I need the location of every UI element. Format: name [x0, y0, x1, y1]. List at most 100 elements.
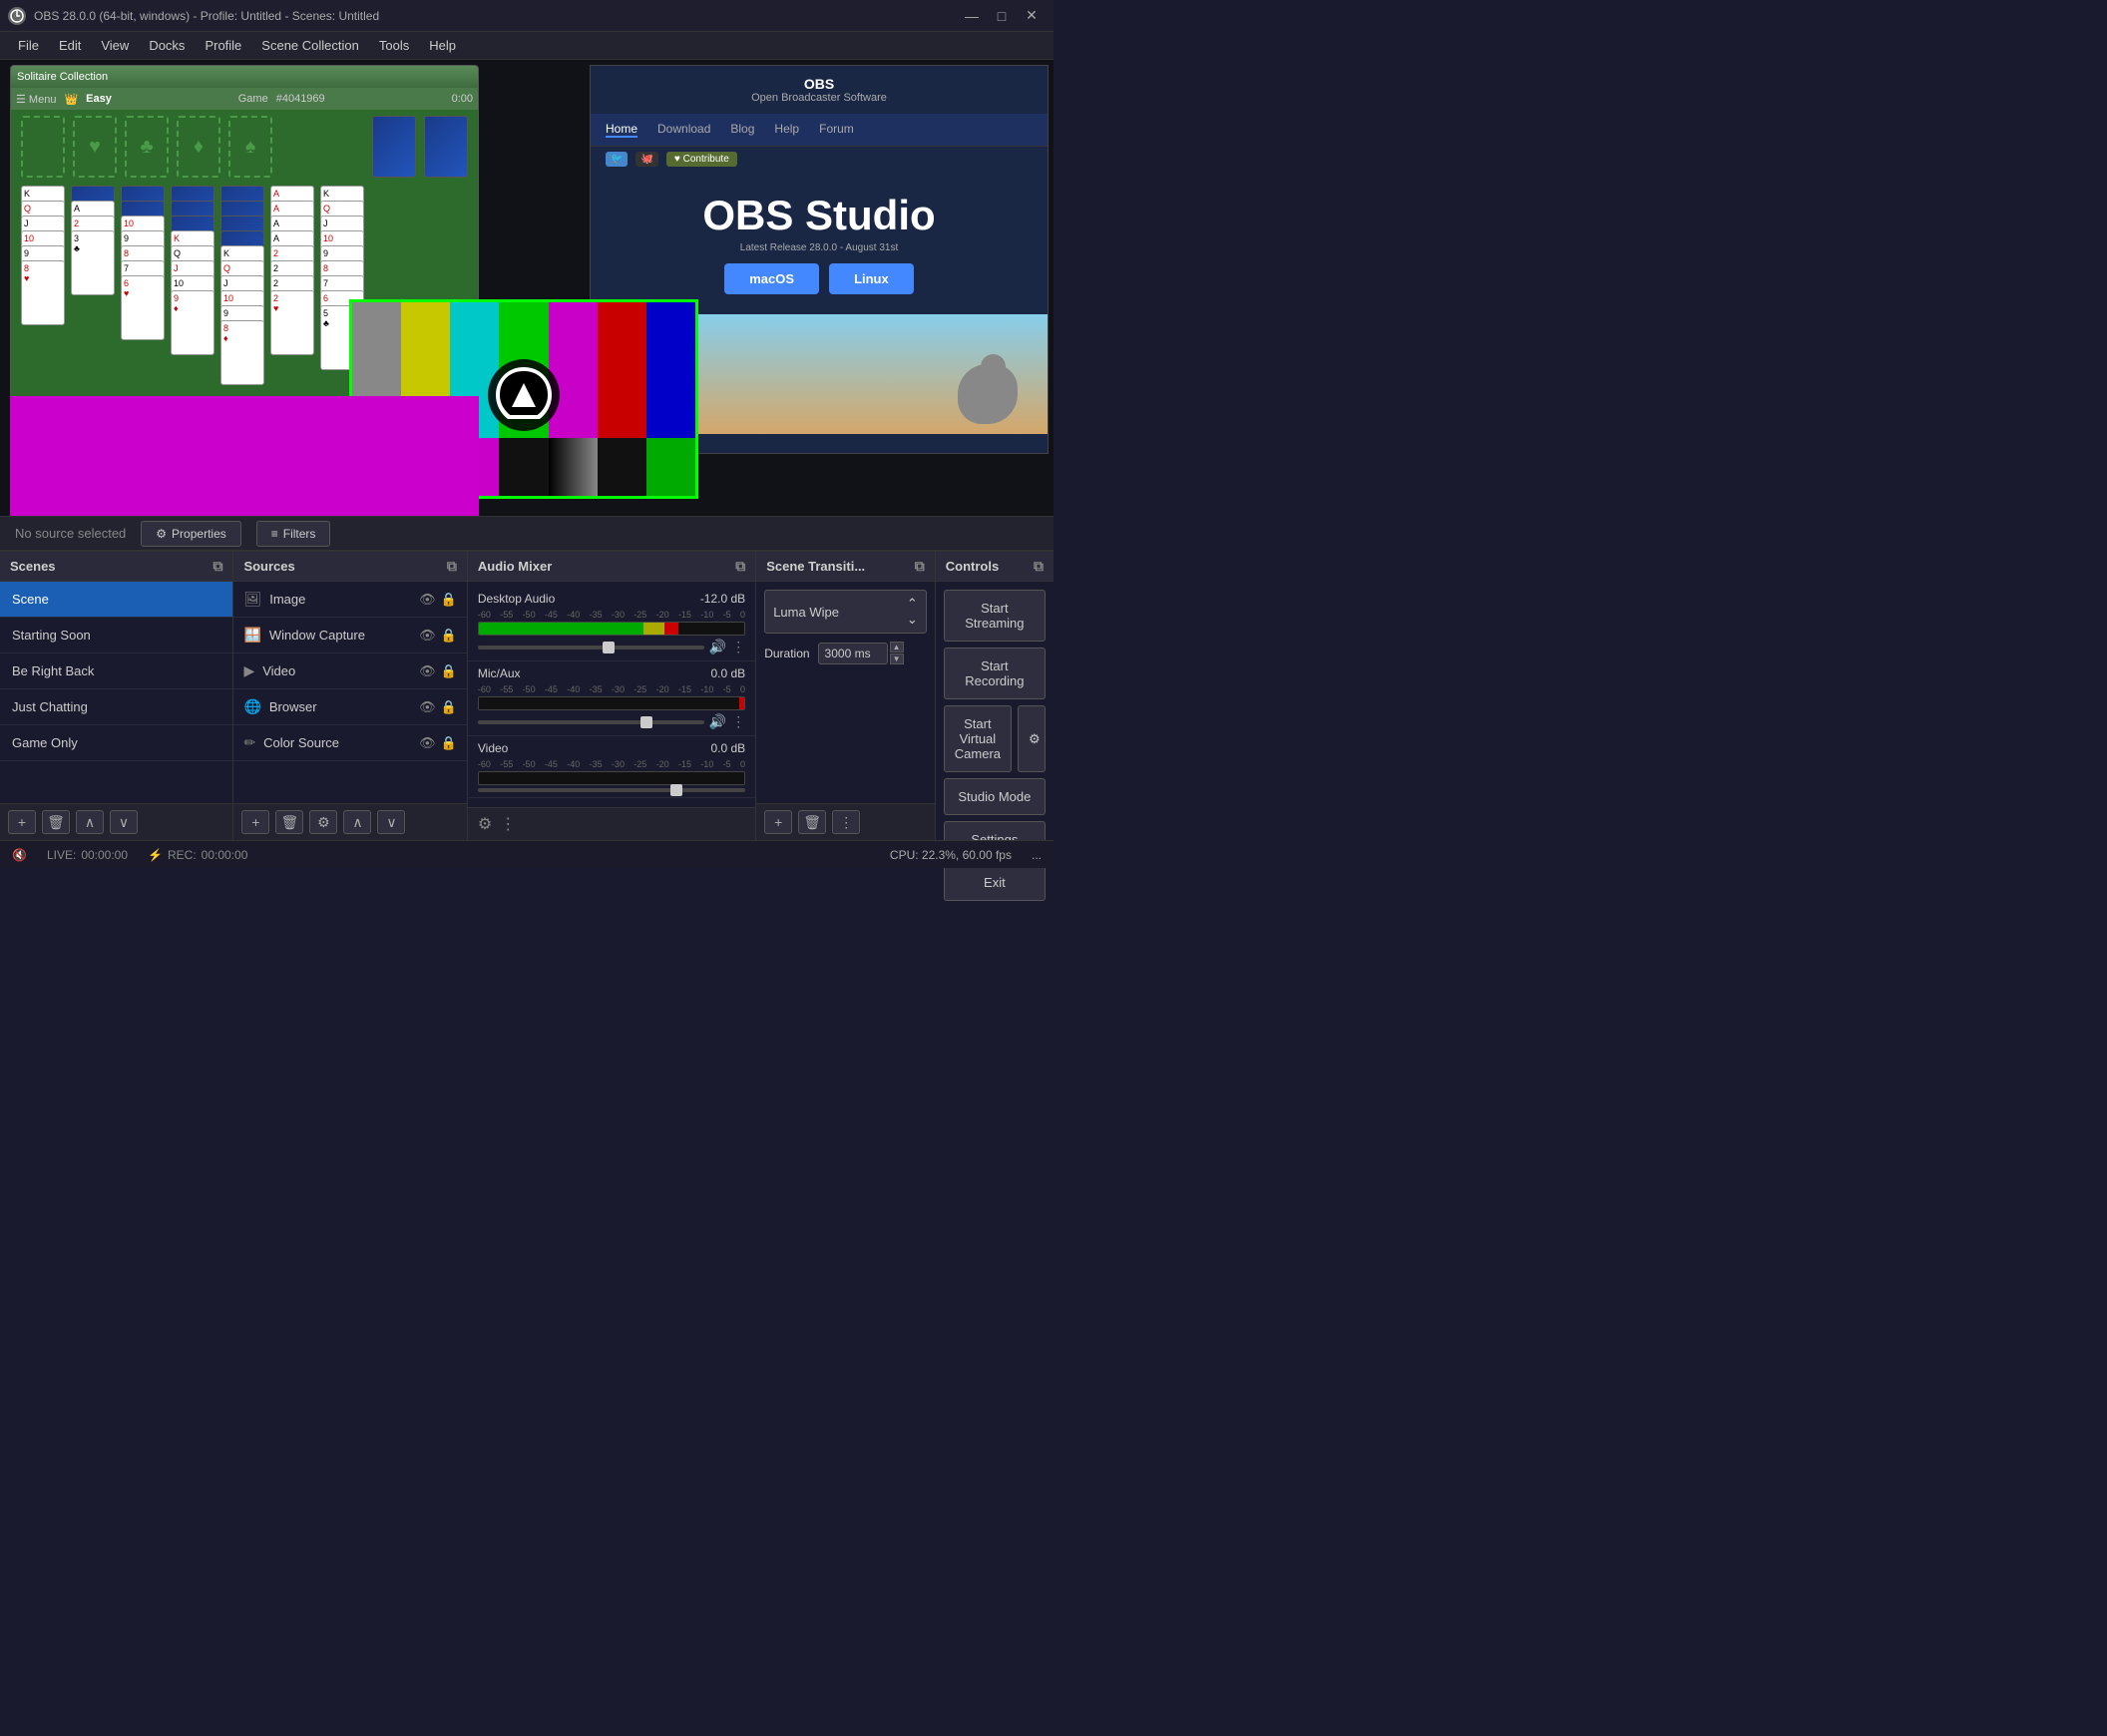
audio-mic-mute[interactable]: 🔊 [709, 713, 726, 730]
studio-mode-button[interactable]: Studio Mode [944, 778, 1046, 815]
audio-channel-mic: Mic/Aux 0.0 dB -60-55-50-45-40-35-30-25-… [468, 661, 755, 736]
sources-panel: Sources ⧉ 🖼 Image 👁 🔒 🪟 Window Capture 👁… [233, 552, 467, 840]
start-virtual-camera-button[interactable]: Start Virtual Camera [944, 705, 1012, 772]
menu-docks[interactable]: Docks [139, 34, 195, 57]
sources-remove-button[interactable]: 🗑 [275, 810, 303, 834]
transitions-menu-button[interactable]: ⋮ [832, 810, 860, 834]
scene-item-be-right-back[interactable]: Be Right Back [0, 653, 232, 689]
source-video-lock[interactable]: 🔒 [441, 663, 457, 679]
audio-mic-header: Mic/Aux 0.0 dB [478, 666, 745, 680]
audio-desktop-header: Desktop Audio -12.0 dB [478, 592, 745, 606]
source-browser-visibility[interactable]: 👁 [419, 699, 436, 715]
status-live: LIVE: 00:00:00 [47, 848, 128, 862]
menu-scene-collection[interactable]: Scene Collection [251, 34, 369, 57]
status-rec: ⚡ REC: 00:00:00 [148, 848, 247, 862]
sources-panel-title: Sources [243, 559, 294, 574]
audio-video-labels: -60-55-50-45-40-35-30-25-20-15-10-50 [478, 759, 745, 769]
duration-down[interactable]: ▼ [890, 653, 904, 664]
sources-panel-header: Sources ⧉ [233, 552, 466, 582]
linux-download-button[interactable]: Linux [829, 263, 914, 294]
controls-panel-icon[interactable]: ⧉ [1034, 558, 1044, 575]
duration-up[interactable]: ▲ [890, 642, 904, 652]
source-browser-lock[interactable]: 🔒 [441, 699, 457, 715]
macos-download-button[interactable]: macOS [724, 263, 819, 294]
audio-video-slider[interactable] [478, 788, 745, 792]
status-cpu: CPU: 22.3%, 60.00 fps [890, 848, 1012, 862]
source-image-label: Image [269, 592, 411, 607]
transitions-panel-header: Scene Transiti... ⧉ [756, 552, 935, 582]
scenes-add-button[interactable]: + [8, 810, 36, 834]
menu-profile[interactable]: Profile [195, 34, 251, 57]
menu-edit[interactable]: Edit [49, 34, 91, 57]
transitions-panel-icon[interactable]: ⧉ [915, 558, 925, 575]
virtual-camera-settings-button[interactable]: ⚙ [1018, 705, 1046, 772]
scenes-move-down-button[interactable]: ∨ [110, 810, 138, 834]
scene-item-game-only[interactable]: Game Only [0, 725, 232, 761]
audio-menu-icon[interactable]: ⋮ [500, 814, 516, 834]
source-color-lock[interactable]: 🔒 [441, 735, 457, 751]
source-item-video[interactable]: ▶ Video 👁 🔒 [233, 653, 466, 689]
audio-panel-icon[interactable]: ⧉ [735, 558, 745, 575]
source-window-visibility[interactable]: 👁 [419, 628, 436, 644]
source-window-lock[interactable]: 🔒 [441, 628, 457, 644]
source-image-lock[interactable]: 🔒 [441, 592, 457, 608]
scenes-remove-button[interactable]: 🗑 [42, 810, 70, 834]
audio-content: Desktop Audio -12.0 dB -60-55-50-45-40-3… [468, 582, 755, 807]
audio-mic-bar [478, 696, 745, 710]
menu-file[interactable]: File [8, 34, 49, 57]
menubar: File Edit View Docks Profile Scene Colle… [0, 32, 1054, 60]
sources-panel-icon[interactable]: ⧉ [447, 558, 457, 575]
scenes-panel-icon[interactable]: ⧉ [212, 558, 222, 575]
audio-desktop-slider[interactable] [478, 646, 704, 650]
audio-desktop-labels: -60-55-50-45-40-35-30-25-20-15-10-50 [478, 610, 745, 620]
transitions-content: Luma Wipe ⌃⌄ Duration ▲ ▼ [756, 582, 935, 803]
scenes-toolbar: + 🗑 ∧ ∨ [0, 803, 232, 840]
filters-button[interactable]: ≡ Filters [256, 521, 331, 547]
audio-desktop-menu[interactable]: ⋮ [731, 639, 745, 655]
menu-view[interactable]: View [91, 34, 139, 57]
audio-mic-labels: -60-55-50-45-40-35-30-25-20-15-10-50 [478, 684, 745, 694]
sources-move-up-button[interactable]: ∧ [343, 810, 371, 834]
scene-item-starting-soon[interactable]: Starting Soon [0, 618, 232, 653]
start-streaming-button[interactable]: Start Streaming [944, 590, 1046, 642]
audio-mic-menu[interactable]: ⋮ [731, 713, 745, 730]
status-mute: 🔇 [12, 848, 27, 862]
sources-settings-button[interactable]: ⚙ [309, 810, 337, 834]
maximize-button[interactable]: □ [988, 5, 1016, 27]
properties-button[interactable]: ⚙ Properties [141, 521, 240, 547]
transitions-add-button[interactable]: + [764, 810, 792, 834]
source-item-color-source[interactable]: ✏ Color Source 👁 🔒 [233, 725, 466, 761]
duration-input[interactable] [818, 643, 888, 664]
scene-item-just-chatting[interactable]: Just Chatting [0, 689, 232, 725]
scene-list: Scene Starting Soon Be Right Back Just C… [0, 582, 232, 803]
audio-toolbar: ⚙ ⋮ [468, 807, 755, 840]
source-item-browser[interactable]: 🌐 Browser 👁 🔒 [233, 689, 466, 725]
filters-label: Filters [283, 527, 316, 541]
audio-desktop-mute[interactable]: 🔊 [709, 639, 726, 655]
start-recording-button[interactable]: Start Recording [944, 648, 1046, 699]
source-item-image[interactable]: 🖼 Image 👁 🔒 [233, 582, 466, 618]
transition-name: Luma Wipe [773, 605, 839, 620]
transition-select[interactable]: Luma Wipe ⌃⌄ [764, 590, 927, 634]
audio-settings-icon[interactable]: ⚙ [478, 814, 492, 834]
close-button[interactable]: ✕ [1018, 5, 1046, 27]
audio-mic-slider[interactable] [478, 720, 704, 724]
menu-tools[interactable]: Tools [369, 34, 419, 57]
titlebar: OBS 28.0.0 (64-bit, windows) - Profile: … [0, 0, 1054, 32]
scene-item-scene[interactable]: Scene [0, 582, 232, 618]
source-video-visibility[interactable]: 👁 [419, 663, 436, 679]
sources-add-button[interactable]: + [241, 810, 269, 834]
sources-move-down-button[interactable]: ∨ [377, 810, 405, 834]
rec-label: REC: [168, 848, 197, 862]
source-image-visibility[interactable]: 👁 [419, 592, 436, 608]
source-color-label: Color Source [263, 735, 411, 750]
source-color-visibility[interactable]: 👁 [419, 735, 436, 751]
minimize-button[interactable]: — [958, 5, 986, 27]
scenes-move-up-button[interactable]: ∧ [76, 810, 104, 834]
menu-help[interactable]: Help [419, 34, 466, 57]
browser-source-icon: 🌐 [243, 698, 260, 715]
exit-button[interactable]: Exit [944, 864, 1046, 901]
audio-video-db: 0.0 dB [710, 741, 745, 755]
transitions-remove-button[interactable]: 🗑 [798, 810, 826, 834]
source-item-window-capture[interactable]: 🪟 Window Capture 👁 🔒 [233, 618, 466, 653]
